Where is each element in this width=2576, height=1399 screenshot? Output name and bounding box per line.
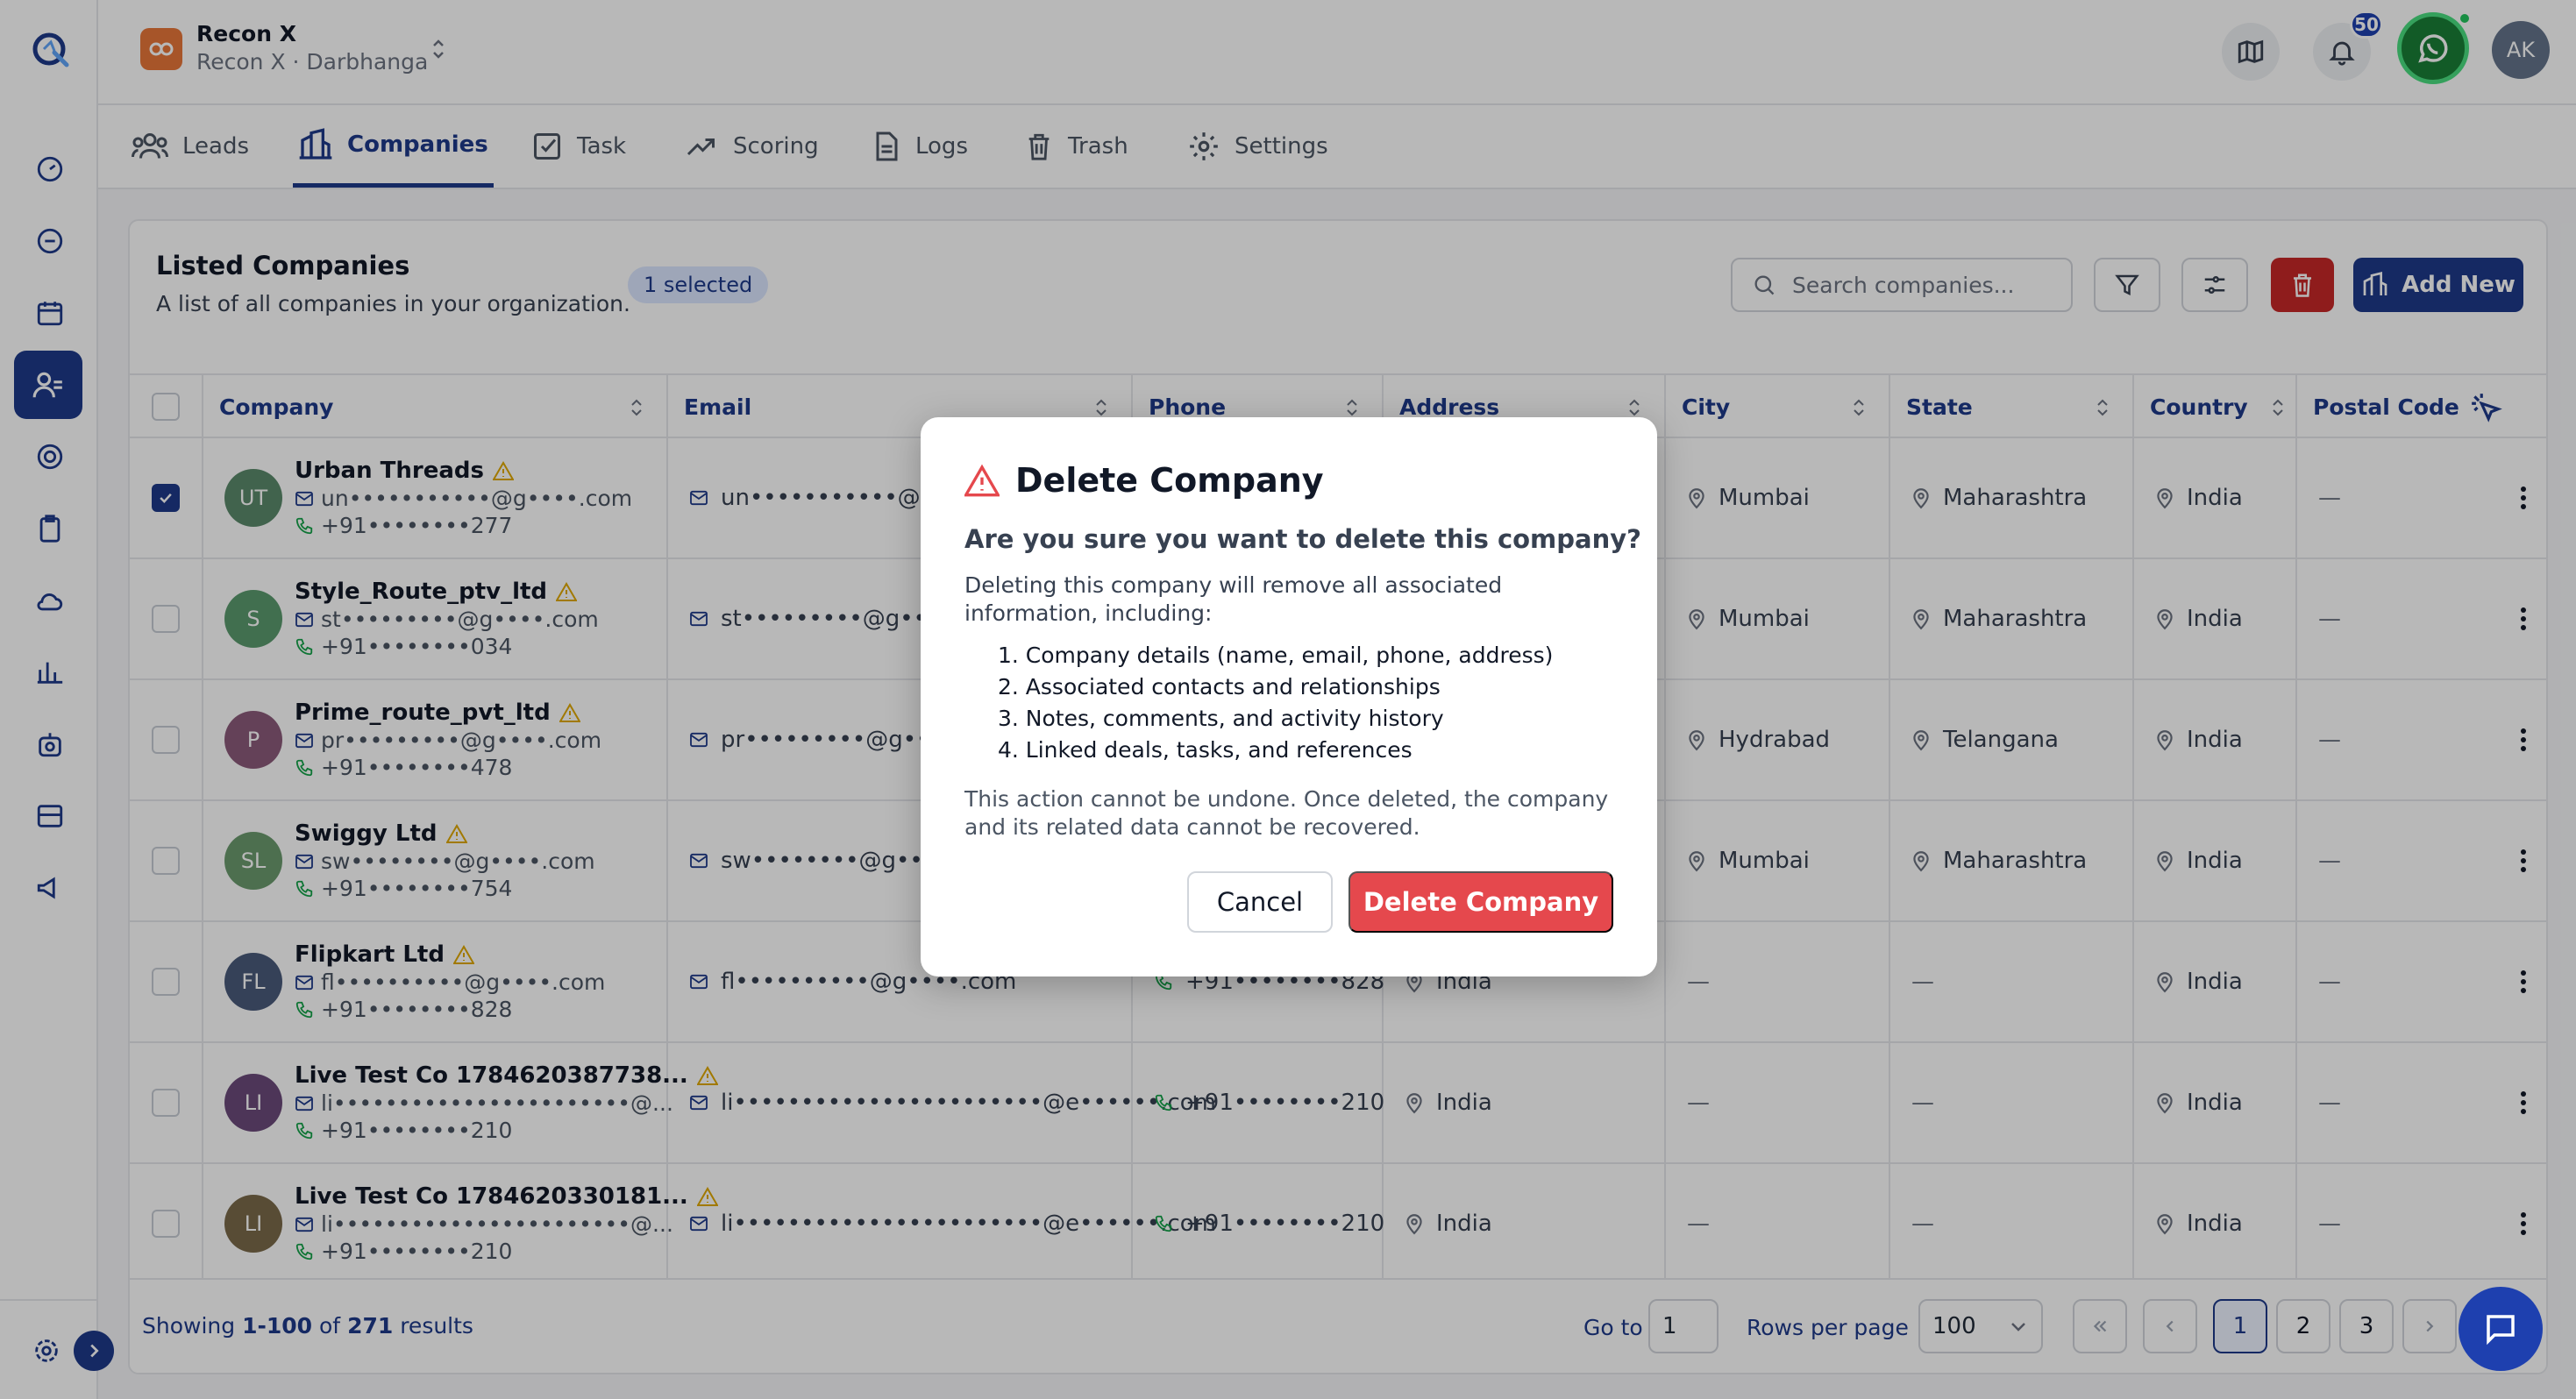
- dialog-note: This action cannot be undone. Once delet…: [964, 786, 1609, 840]
- dialog-title-text: Delete Company: [1015, 461, 1324, 500]
- dialog-intro: Deleting this company will remove all as…: [964, 572, 1503, 626]
- dialog-title: Delete Company: [964, 461, 1324, 500]
- support-chat-button[interactable]: [2459, 1287, 2543, 1371]
- list-item: 2. Associated contacts and relationships: [998, 674, 1441, 700]
- list-item: 1. Company details (name, email, phone, …: [998, 643, 1554, 668]
- list-item: 4. Linked deals, tasks, and references: [998, 737, 1413, 763]
- list-item: 3. Notes, comments, and activity history: [998, 706, 1444, 731]
- dialog-impact-list: 1. Company details (name, email, phone, …: [998, 640, 1553, 766]
- cancel-button[interactable]: Cancel: [1187, 871, 1333, 933]
- delete-company-dialog: Delete Company Are you sure you want to …: [921, 417, 1657, 976]
- dialog-question: Are you sure you want to delete this com…: [964, 524, 1641, 554]
- warning-icon: [964, 464, 1000, 497]
- confirm-delete-button[interactable]: Delete Company: [1348, 871, 1613, 933]
